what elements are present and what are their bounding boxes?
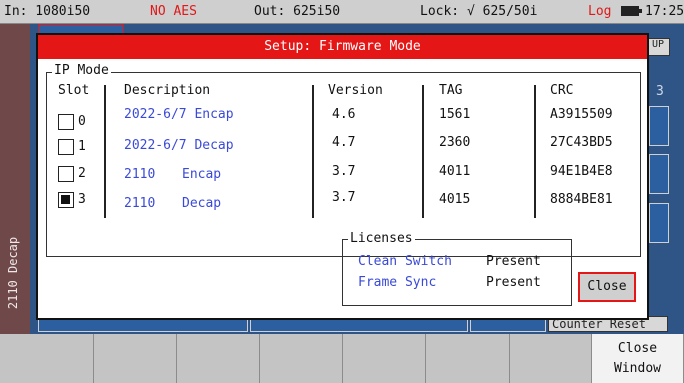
softkey-6[interactable] (426, 334, 510, 383)
battery-icon (621, 6, 642, 16)
close-button-label: Close (580, 274, 634, 300)
close-window-softkey[interactable]: Close Window (592, 334, 684, 383)
background-box-3[interactable] (649, 203, 669, 243)
row-version: 3.7 (332, 164, 356, 179)
slot-number: 0 (78, 114, 86, 129)
row-crc: A3915509 (550, 107, 613, 122)
row-crc: 94E1B4E8 (550, 164, 613, 179)
header-slot: Slot (58, 83, 90, 98)
background-box-2[interactable] (649, 154, 669, 194)
license-name[interactable]: Frame Sync (358, 275, 436, 290)
license-name[interactable]: Clean Switch (358, 254, 452, 269)
up-button[interactable]: UP (648, 38, 670, 56)
output-format: Out: 625i50 (254, 4, 341, 19)
background-digit: 3 (656, 84, 664, 99)
background-box-6[interactable] (470, 318, 546, 332)
row-description[interactable]: 2022-6/7 Encap (124, 107, 234, 122)
row-version: 4.7 (332, 135, 356, 150)
slot-number: 3 (78, 192, 86, 207)
column-divider (534, 85, 536, 218)
slot-number: 2 (78, 166, 86, 181)
slot-2-checkbox[interactable] (58, 166, 74, 182)
slot-0-checkbox[interactable] (58, 114, 74, 130)
licenses-group (342, 239, 572, 306)
row-description[interactable]: 2110 (124, 167, 155, 182)
log-indicator[interactable]: Log (588, 4, 611, 19)
softkey-bar: Close Window (0, 334, 684, 383)
header-version: Version (328, 83, 383, 98)
input-format: In: 1080i50 (4, 4, 91, 19)
row-crc: 8884BE81 (550, 192, 613, 207)
side-tab[interactable]: 2110 Decap (0, 24, 30, 334)
column-divider (312, 85, 314, 218)
softkey-3[interactable] (177, 334, 260, 383)
slot-number: 1 (78, 139, 86, 154)
clock: 17:25 (645, 4, 684, 19)
header-description: Description (124, 83, 211, 98)
close-button[interactable]: Close (578, 272, 636, 302)
column-divider (422, 85, 424, 218)
dialog-title: Setup: Firmware Mode (38, 35, 647, 59)
row-description[interactable]: 2022-6/7 Decap (124, 138, 234, 153)
softkey-1[interactable] (0, 334, 94, 383)
slot-1-checkbox[interactable] (58, 139, 74, 155)
license-status: Present (486, 275, 541, 290)
row-tag: 1561 (439, 107, 471, 122)
header-crc: CRC (550, 83, 574, 98)
row-tag: 4011 (439, 164, 471, 179)
close-window-line1: Close (617, 341, 658, 356)
header-tag: TAG (439, 83, 463, 98)
aes-status: NO AES (150, 4, 197, 19)
side-tab-label: 2110 Decap (6, 236, 20, 310)
row-description-suffix[interactable]: Decap (182, 196, 221, 211)
column-divider (104, 85, 106, 218)
row-version: 3.7 (332, 190, 356, 205)
softkey-7[interactable] (510, 334, 592, 383)
background-box-5[interactable] (250, 318, 468, 332)
background-box-1[interactable] (649, 106, 669, 146)
license-status: Present (486, 254, 541, 269)
firmware-mode-dialog: Setup: Firmware Mode IP Mode Slot Descri… (36, 33, 649, 320)
row-description[interactable]: 2110 (124, 196, 155, 211)
row-crc: 27C43BD5 (550, 135, 613, 150)
row-tag: 4015 (439, 192, 471, 207)
ip-mode-label: IP Mode (52, 63, 111, 78)
softkey-5[interactable] (343, 334, 426, 383)
slot-3-checkbox[interactable] (58, 192, 74, 208)
status-bar: In: 1080i50 NO AES Out: 625i50 Lock: √ 6… (0, 0, 684, 24)
softkey-2[interactable] (94, 334, 177, 383)
row-description-suffix[interactable]: Encap (182, 167, 221, 182)
licenses-label: Licenses (348, 231, 415, 246)
row-tag: 2360 (439, 135, 471, 150)
close-window-line2: Window (614, 361, 661, 376)
background-box-4[interactable] (38, 318, 248, 332)
lock-status: Lock: √ 625/50i (420, 4, 538, 19)
softkey-4[interactable] (260, 334, 343, 383)
row-version: 4.6 (332, 107, 356, 122)
